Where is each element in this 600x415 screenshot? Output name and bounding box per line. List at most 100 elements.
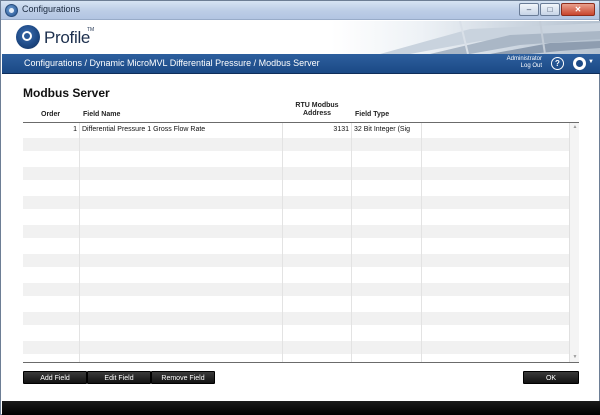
maximize-button[interactable]: □ [540,3,560,16]
table-row-empty [23,224,569,239]
cell-order [23,311,80,326]
cell-field-type [352,239,422,254]
cell-field-type [352,297,422,312]
cell-order [23,326,80,341]
breadcrumb-bar: Configurations / Dynamic MicroMVL Differ… [2,54,600,74]
cell-field-type: 32 Bit Integer (Sig [352,123,422,138]
cell-field-name [80,166,283,181]
cell-field-type [352,181,422,196]
cell-field-type [352,224,422,239]
app-window: Configurations – □ ✕ Profile TM Configur… [0,0,600,415]
cell-field-type [352,210,422,225]
cell-field-type [352,166,422,181]
table-row-empty [23,268,569,283]
cell-order [23,195,80,210]
app-menu-icon[interactable] [573,57,586,70]
cell-rtu-address [283,253,352,268]
table-row-empty [23,239,569,254]
cell-field-type [352,137,422,152]
column-header-order[interactable]: Order [41,111,60,119]
edit-field-button[interactable]: Edit Field [87,371,151,384]
cell-rtu-address [283,340,352,355]
close-button[interactable]: ✕ [561,3,595,16]
title-bar[interactable]: Configurations – □ ✕ [1,1,599,20]
cell-field-name: Differential Pressure 1 Gross Flow Rate [80,123,283,138]
cell-order [23,340,80,355]
pipeline-banner-image [380,21,600,54]
footer-bar [2,401,600,415]
cell-field-name [80,340,283,355]
cell-field-name [80,326,283,341]
column-header-rtu-address[interactable]: RTU Modbus Address [284,102,350,118]
cell-rtu-address [283,195,352,210]
column-header-field-type[interactable]: Field Type [355,111,389,119]
cell-rtu-address [283,355,352,362]
table-header: Order Field Name RTU Modbus Address Fiel… [23,101,579,123]
table-row-empty [23,282,569,297]
header-banner: Profile TM [2,21,600,54]
scroll-up-arrow-icon[interactable]: ▲ [570,123,580,132]
cell-field-name [80,355,283,362]
cell-field-name [80,311,283,326]
table-row-empty [23,137,569,152]
logo-text: Profile [44,28,91,47]
rtu-header-line1: RTU Modbus [295,102,339,109]
cell-rtu-address [283,166,352,181]
cell-field-name [80,239,283,254]
app-icon [5,4,18,17]
user-box: Administrator Log Out [498,56,542,70]
table-row-empty [23,181,569,196]
cell-order [23,210,80,225]
cell-order [23,253,80,268]
profile-logo-icon [16,25,40,49]
cell-order [23,239,80,254]
cell-order [23,355,80,362]
vertical-scrollbar[interactable]: ▲ ▼ [569,123,579,362]
cell-empty [422,123,569,138]
table-row-empty [23,311,569,326]
cell-field-name [80,181,283,196]
logout-link[interactable]: Log Out [498,63,542,70]
add-field-button[interactable]: Add Field [23,371,87,384]
table-row-empty [23,166,569,181]
cell-field-name [80,152,283,167]
cell-field-name [80,268,283,283]
minimize-button[interactable]: – [519,3,539,16]
help-icon[interactable]: ? [551,57,564,70]
cell-rtu-address [283,137,352,152]
cell-rtu-address [283,239,352,254]
cell-field-type [352,253,422,268]
window-controls: – □ ✕ [519,3,595,16]
cell-rtu-address: 3131 [283,123,352,138]
ok-button[interactable]: OK [523,371,579,384]
cell-field-type [352,268,422,283]
table-row-empty [23,253,569,268]
table-row[interactable]: 1 Differential Pressure 1 Gross Flow Rat… [23,123,569,138]
table-body: 1 Differential Pressure 1 Gross Flow Rat… [23,123,569,362]
user-name: Administrator [506,56,542,62]
window-title: Configurations [22,4,81,14]
remove-field-button[interactable]: Remove Field [151,371,215,384]
cell-field-name [80,137,283,152]
table-row-empty [23,195,569,210]
logo-trademark: TM [87,27,95,33]
cell-field-type [352,355,422,362]
cell-order [23,282,80,297]
cell-field-type [352,152,422,167]
cell-field-name [80,210,283,225]
cell-field-name [80,253,283,268]
table-row-empty [23,340,569,355]
cell-rtu-address [283,297,352,312]
column-header-field-name[interactable]: Field Name [83,111,120,119]
cell-rtu-address [283,311,352,326]
cell-field-type [352,326,422,341]
table-row-empty [23,326,569,341]
scroll-down-arrow-icon[interactable]: ▼ [570,353,580,362]
breadcrumb[interactable]: Configurations / Dynamic MicroMVL Differ… [24,58,320,68]
table-row-empty [23,210,569,225]
chevron-down-icon[interactable]: ▼ [588,59,594,65]
cell-field-type [352,282,422,297]
cell-rtu-address [283,181,352,196]
cell-order [23,181,80,196]
cell-rtu-address [283,224,352,239]
